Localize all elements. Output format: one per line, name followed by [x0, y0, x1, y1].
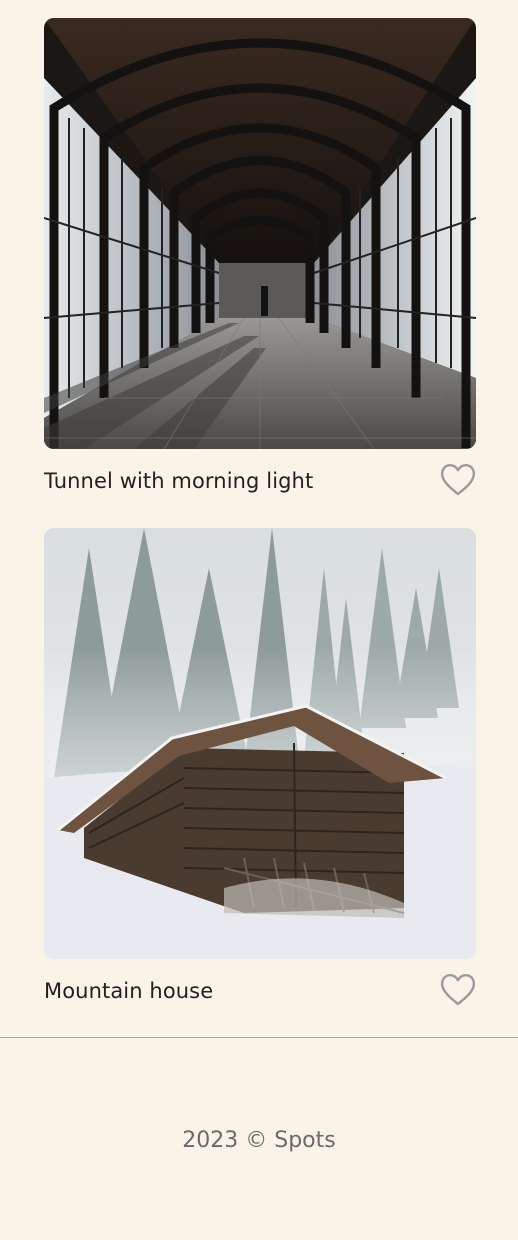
footer-copyright: 2023 © Spots — [182, 1128, 336, 1153]
card-mountain-house: Mountain house — [44, 528, 476, 1023]
card-title: Tunnel with morning light — [44, 469, 314, 493]
card-footer: Tunnel with morning light — [44, 463, 476, 513]
card-footer: Mountain house — [44, 973, 476, 1023]
footer-divider — [0, 1037, 518, 1038]
card-image-tunnel[interactable] — [44, 18, 476, 449]
card-tunnel: Tunnel with morning light — [44, 18, 476, 513]
heart-outline-icon — [440, 974, 476, 1010]
card-title: Mountain house — [44, 979, 214, 1003]
page: Tunnel with morning light Mountain house… — [0, 0, 518, 1240]
like-button[interactable] — [440, 463, 476, 497]
heart-outline-icon — [440, 464, 476, 500]
like-button[interactable] — [440, 973, 476, 1007]
card-image-mountain-house[interactable] — [44, 528, 476, 959]
